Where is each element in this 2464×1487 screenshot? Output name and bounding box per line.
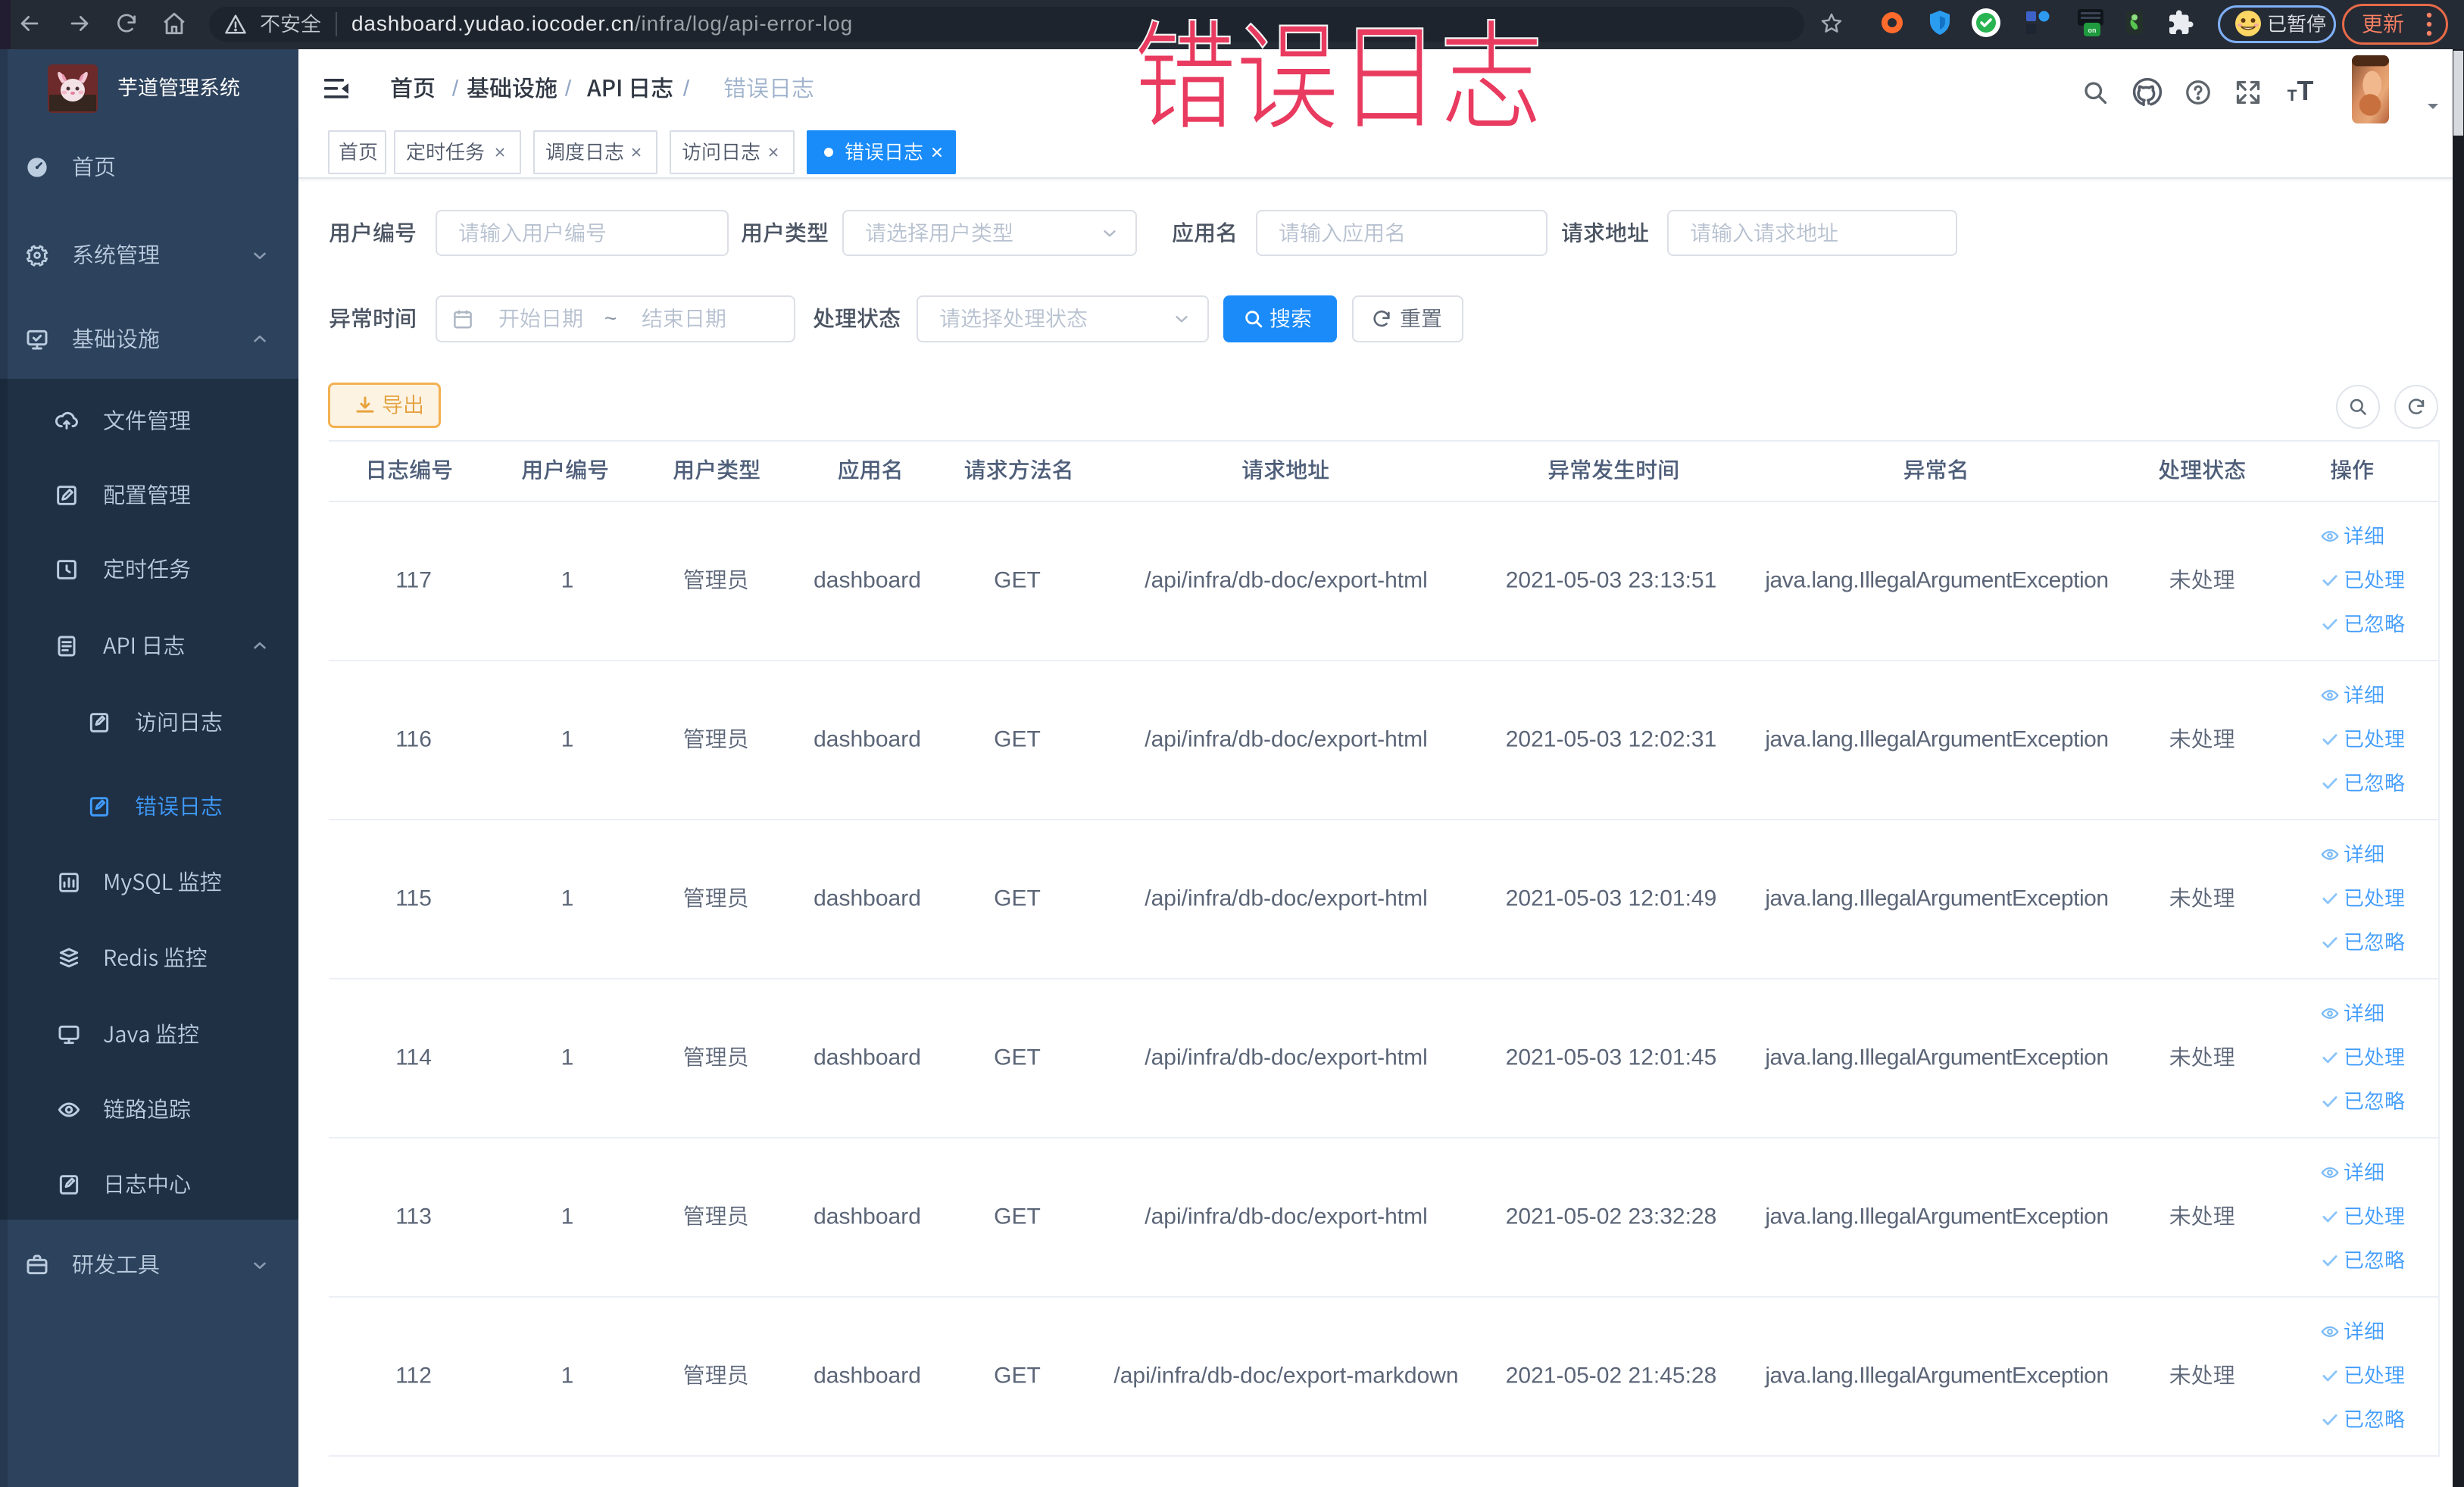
- svg-text:on: on: [2088, 27, 2097, 34]
